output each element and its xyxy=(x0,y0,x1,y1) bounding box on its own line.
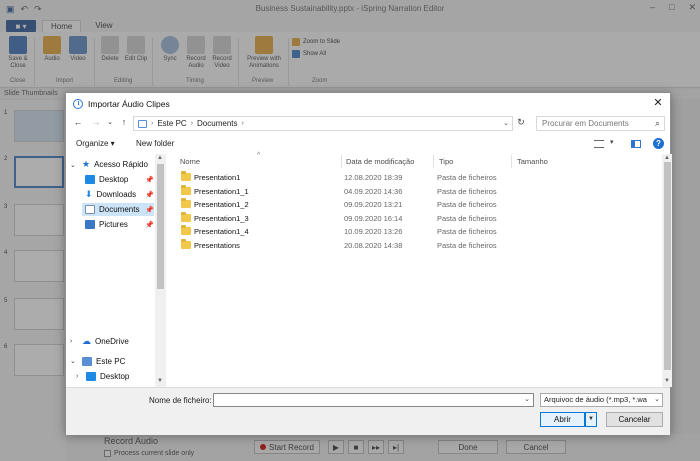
table-row[interactable]: Presentation1_4 10.09.2020 13:26 Pasta d… xyxy=(178,225,658,238)
search-icon: ⌕ xyxy=(654,118,660,128)
recent-locations-chevron-icon[interactable]: ⌄ xyxy=(104,118,116,126)
forward-arrow-icon[interactable]: → xyxy=(90,117,102,127)
table-row[interactable]: Presentation1_2 09.09.2020 13:21 Pasta d… xyxy=(178,198,658,211)
filename-input[interactable]: ⌄ xyxy=(213,393,534,407)
nav-pictures[interactable]: Pictures 📌 xyxy=(82,218,154,231)
file-type-value: Arquivoc de áudio (*.mp3, *.wa xyxy=(544,395,647,404)
pin-icon: 📌 xyxy=(145,221,154,229)
nav-desktop[interactable]: Desktop 📌 xyxy=(82,173,154,186)
folder-icon xyxy=(181,238,191,249)
back-arrow-icon[interactable]: ← xyxy=(72,117,84,127)
sort-ascending-icon: ^ xyxy=(257,152,261,159)
table-row[interactable]: Presentation1 12.08.2020 18:39 Pasta de … xyxy=(178,171,658,184)
nav-documents[interactable]: Documents 📌 xyxy=(82,203,154,216)
folder-icon xyxy=(181,184,191,195)
up-arrow-icon[interactable]: ↑ xyxy=(118,117,130,127)
pin-icon: 📌 xyxy=(145,191,154,199)
cloud-icon: ☁ xyxy=(82,336,91,346)
chevron-down-icon[interactable]: ⌄ xyxy=(70,357,76,365)
folder-icon xyxy=(181,225,191,235)
scrollbar-thumb[interactable] xyxy=(157,164,164,289)
pin-icon: 📌 xyxy=(145,176,154,184)
this-pc-icon xyxy=(138,119,147,128)
computer-icon xyxy=(82,357,92,366)
star-icon: ★ xyxy=(82,159,91,169)
column-header-size[interactable]: Tamanho xyxy=(517,157,548,166)
breadcrumb-este-pc[interactable]: Este PC xyxy=(157,119,186,128)
open-options-dropdown[interactable]: ▼ xyxy=(585,412,597,427)
scroll-up-icon[interactable]: ▲ xyxy=(664,155,670,161)
pictures-icon xyxy=(85,220,95,229)
nav-pane-scrollbar[interactable]: ▲ ▼ xyxy=(155,154,166,387)
folder-icon xyxy=(181,211,191,222)
column-header-date[interactable]: Data de modificação xyxy=(346,157,414,166)
help-icon[interactable]: ? xyxy=(653,138,664,149)
dialog-toolbar: Organize ▾ New folder ▾ ? xyxy=(66,135,670,153)
app-clock-icon xyxy=(73,99,83,109)
chevron-down-icon[interactable]: ⌄ xyxy=(524,395,530,403)
chevron-down-icon: ▼ xyxy=(588,416,594,422)
chevron-down-icon: ⌄ xyxy=(652,394,660,406)
dialog-title: Importar Áudio Clipes xyxy=(88,99,170,109)
view-options-icon[interactable] xyxy=(594,140,604,148)
filename-label: Nome de ficheiro: xyxy=(149,396,212,405)
cancel-button[interactable]: Cancelar xyxy=(606,412,663,427)
file-list: ^ Nome Data de modificação Tipo Tamanho … xyxy=(174,152,662,387)
nav-pc-desktop[interactable]: Desktop xyxy=(86,370,154,383)
document-icon xyxy=(85,205,95,214)
folder-icon xyxy=(181,171,191,181)
view-dropdown-icon[interactable]: ▾ xyxy=(610,138,614,146)
navigation-pane: ⌄ ★ Acesso Rápido Desktop 📌 ⬇ Downloads … xyxy=(66,154,166,387)
dialog-title-bar: Importar Áudio Clipes xyxy=(66,93,670,115)
chevron-right-icon: › xyxy=(241,120,244,127)
column-divider[interactable] xyxy=(511,155,512,168)
chevron-right-icon[interactable]: › xyxy=(76,373,78,380)
table-row[interactable]: Presentation1_3 09.09.2020 16:14 Pasta d… xyxy=(178,211,658,225)
chevron-right-icon: › xyxy=(151,120,154,127)
nav-este-pc[interactable]: Este PC xyxy=(82,355,154,368)
chevron-right-icon: › xyxy=(190,120,194,127)
desktop-icon xyxy=(85,175,95,184)
scroll-up-icon[interactable]: ▲ xyxy=(157,155,163,161)
new-folder-button[interactable]: New folder xyxy=(136,139,174,148)
address-dropdown-icon[interactable]: ⌄ xyxy=(503,119,509,127)
address-bar[interactable]: › Este PC › Documents › ⌄ xyxy=(133,116,513,131)
preview-pane-icon[interactable] xyxy=(631,140,641,148)
open-button[interactable]: Abrir xyxy=(540,412,585,427)
scroll-down-icon[interactable]: ▼ xyxy=(157,378,163,384)
column-header-type[interactable]: Tipo xyxy=(439,157,453,166)
pin-icon: 📌 xyxy=(145,206,154,214)
desktop-icon xyxy=(86,372,96,381)
scrollbar-thumb[interactable] xyxy=(664,162,671,370)
dialog-footer: Nome de ficheiro: ⌄ Arquivoc de áudio (*… xyxy=(66,387,670,435)
download-icon: ⬇ xyxy=(85,189,93,199)
table-row[interactable]: Presentation1_1 04.09.2020 14:36 Pasta d… xyxy=(178,184,658,198)
column-header-name[interactable]: Nome xyxy=(180,157,200,166)
dialog-close-button[interactable]: ✕ xyxy=(651,96,665,110)
column-divider[interactable] xyxy=(341,155,342,168)
scroll-down-icon[interactable]: ▼ xyxy=(664,378,670,384)
organize-button[interactable]: Organize ▾ xyxy=(76,139,115,148)
table-row[interactable]: Presentations 20.08.2020 14:38 Pasta de … xyxy=(178,238,658,252)
search-placeholder: Procurar em Documents xyxy=(542,119,629,128)
file-type-select[interactable]: Arquivoc de áudio (*.mp3, *.wa ⌄ xyxy=(540,393,663,407)
import-audio-dialog: Importar Áudio Clipes ✕ ← → ⌄ ↑ › Este P… xyxy=(65,92,672,435)
nav-onedrive[interactable]: ☁ OneDrive xyxy=(82,335,154,348)
file-list-scrollbar[interactable]: ▲ ▼ xyxy=(662,154,672,387)
breadcrumb-documents[interactable]: Documents xyxy=(197,119,237,128)
chevron-down-icon[interactable]: ⌄ xyxy=(70,161,76,169)
search-input[interactable]: Procurar em Documents ⌕ xyxy=(536,116,665,131)
nav-quick-access[interactable]: ★ Acesso Rápido xyxy=(82,158,154,171)
column-divider[interactable] xyxy=(433,155,434,168)
chevron-right-icon[interactable]: › xyxy=(70,338,72,345)
folder-icon xyxy=(181,198,191,208)
navigation-bar: ← → ⌄ ↑ › Este PC › Documents › ⌄ ↻ Proc… xyxy=(66,115,670,133)
refresh-icon[interactable]: ↻ xyxy=(515,117,527,130)
nav-downloads[interactable]: ⬇ Downloads 📌 xyxy=(82,188,154,201)
